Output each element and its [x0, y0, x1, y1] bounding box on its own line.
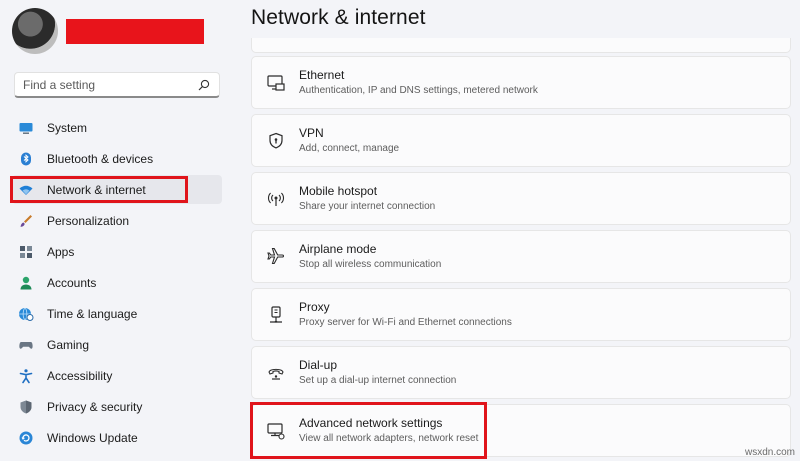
sidebar-item-gaming[interactable]: Gaming	[12, 330, 222, 359]
brush-icon	[18, 213, 34, 229]
sidebar-item-windows-update[interactable]: Windows Update	[12, 423, 222, 452]
sidebar-item-label: Personalization	[47, 213, 130, 228]
sidebar-item-label: Bluetooth & devices	[47, 151, 154, 166]
advanced-network-icon	[266, 421, 286, 441]
setting-title: Mobile hotspot	[299, 184, 378, 198]
setting-row-dial-up[interactable]: Dial-up Set up a dial-up internet connec…	[251, 346, 791, 399]
sidebar-item-label: Windows Update	[47, 430, 138, 445]
shield-icon	[18, 399, 34, 415]
sidebar-item-time-language[interactable]: Time & language	[12, 299, 222, 328]
setting-row-vpn[interactable]: VPN Add, connect, manage	[251, 114, 791, 167]
bluetooth-icon	[18, 151, 34, 167]
sidebar-item-bluetooth-devices[interactable]: Bluetooth & devices	[12, 144, 222, 173]
gamepad-icon	[18, 337, 34, 353]
sidebar-item-label: Accessibility	[47, 368, 113, 383]
sidebar-item-accounts[interactable]: Accounts	[12, 268, 222, 297]
search-input[interactable]	[23, 77, 197, 92]
setting-subtitle: View all network adapters, network reset	[299, 433, 479, 444]
proxy-icon	[266, 305, 286, 325]
setting-row-advanced-network-settings[interactable]: Advanced network settings View all netwo…	[250, 402, 791, 459]
vpn-shield-icon	[266, 131, 286, 151]
page-title: Network & internet	[251, 6, 426, 29]
redacted-user-name	[66, 19, 204, 44]
monitor-icon	[18, 120, 34, 136]
update-icon	[18, 430, 34, 446]
user-avatar[interactable]	[12, 8, 58, 54]
sidebar-item-label: Network & internet	[47, 182, 146, 197]
airplane-icon	[266, 247, 286, 267]
network-settings-list: Ethernet Authentication, IP and DNS sett…	[250, 56, 791, 461]
ethernet-icon	[266, 73, 286, 93]
setting-subtitle: Add, connect, manage	[299, 143, 400, 154]
setting-subtitle: Proxy server for Wi-Fi and Ethernet conn…	[299, 317, 512, 328]
setting-row-proxy[interactable]: Proxy Proxy server for Wi-Fi and Etherne…	[251, 288, 791, 341]
apps-icon	[18, 244, 34, 260]
dialup-icon	[266, 363, 286, 383]
sidebar-item-label: Accounts	[47, 275, 97, 290]
globe-clock-icon	[18, 306, 34, 322]
sidebar-item-label: Privacy & security	[47, 399, 143, 414]
sidebar-item-system[interactable]: System	[12, 113, 222, 142]
sidebar-item-label: System	[47, 120, 88, 135]
person-icon	[18, 275, 34, 291]
watermark: wsxdn.com	[744, 447, 795, 458]
sidebar: System Bluetooth & devices Network & int…	[0, 0, 232, 461]
setting-title: Ethernet	[299, 68, 345, 82]
previous-setting-card-edge	[251, 38, 791, 53]
hotspot-icon	[266, 189, 286, 209]
sidebar-item-accessibility[interactable]: Accessibility	[12, 361, 222, 390]
setting-title: Dial-up	[299, 358, 338, 372]
setting-row-airplane-mode[interactable]: Airplane mode Stop all wireless communic…	[251, 230, 791, 283]
search-box[interactable]	[14, 72, 220, 98]
setting-title: Airplane mode	[299, 242, 377, 256]
sidebar-nav: System Bluetooth & devices Network & int…	[10, 113, 222, 454]
sidebar-item-label: Gaming	[47, 337, 90, 352]
wifi-icon	[18, 182, 34, 198]
setting-title: Advanced network settings	[299, 416, 443, 430]
setting-row-ethernet[interactable]: Ethernet Authentication, IP and DNS sett…	[251, 56, 791, 109]
sidebar-item-privacy-security[interactable]: Privacy & security	[12, 392, 222, 421]
setting-subtitle: Share your internet connection	[299, 201, 436, 212]
setting-subtitle: Stop all wireless communication	[299, 259, 442, 270]
search-icon[interactable]	[197, 78, 211, 92]
sidebar-item-personalization[interactable]: Personalization	[12, 206, 222, 235]
sidebar-item-label: Apps	[47, 244, 75, 259]
setting-title: Proxy	[299, 300, 330, 314]
setting-row-mobile-hotspot[interactable]: Mobile hotspot Share your internet conne…	[251, 172, 791, 225]
setting-subtitle: Authentication, IP and DNS settings, met…	[299, 85, 538, 96]
sidebar-item-network-internet[interactable]: Network & internet	[10, 175, 222, 204]
sidebar-item-apps[interactable]: Apps	[12, 237, 222, 266]
setting-title: VPN	[299, 126, 324, 140]
accessibility-icon	[18, 368, 34, 384]
sidebar-item-label: Time & language	[47, 306, 138, 321]
setting-subtitle: Set up a dial-up internet connection	[299, 375, 457, 386]
